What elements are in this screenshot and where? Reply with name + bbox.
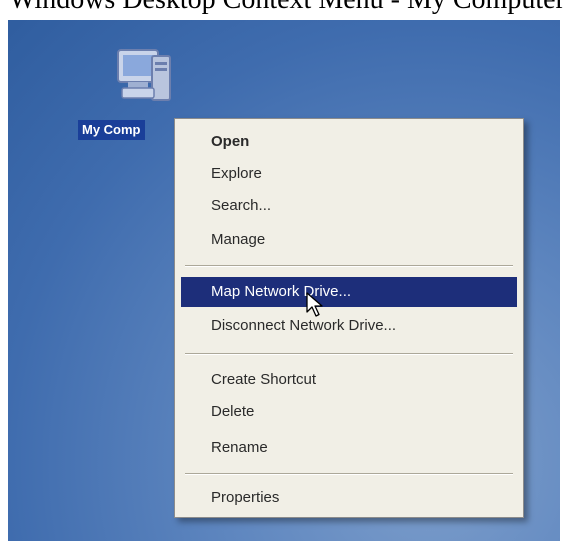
right-margin xyxy=(560,20,574,541)
desktop-icon-label: My Comp xyxy=(78,120,145,140)
mouse-pointer-icon xyxy=(306,292,323,317)
menu-item-search[interactable]: Search... xyxy=(181,191,517,221)
my-computer-icon xyxy=(117,49,171,101)
menu-item-disconnect-network-drive[interactable]: Disconnect Network Drive... xyxy=(181,311,517,341)
menu-item-delete[interactable]: Delete xyxy=(181,397,517,427)
menu-item-rename[interactable]: Rename xyxy=(181,433,517,463)
desktop-icon-my-computer[interactable]: My Comp xyxy=(78,46,178,156)
menu-separator xyxy=(185,473,513,475)
menu-separator xyxy=(185,265,513,267)
context-menu: Open Explore Search... Manage Map Networ… xyxy=(174,118,524,518)
menu-item-map-network-drive[interactable]: Map Network Drive... xyxy=(181,277,517,307)
menu-item-open[interactable]: Open xyxy=(181,127,517,157)
caption-text: Windows Desktop Context Menu - My Comput… xyxy=(9,0,565,15)
menu-separator xyxy=(185,353,513,355)
top-caption: Windows Desktop Context Menu - My Comput… xyxy=(0,0,574,20)
menu-item-properties[interactable]: Properties xyxy=(181,483,517,513)
menu-item-explore[interactable]: Explore xyxy=(181,159,517,189)
menu-item-create-shortcut[interactable]: Create Shortcut xyxy=(181,365,517,395)
menu-item-manage[interactable]: Manage xyxy=(181,225,517,255)
left-margin xyxy=(0,20,8,541)
